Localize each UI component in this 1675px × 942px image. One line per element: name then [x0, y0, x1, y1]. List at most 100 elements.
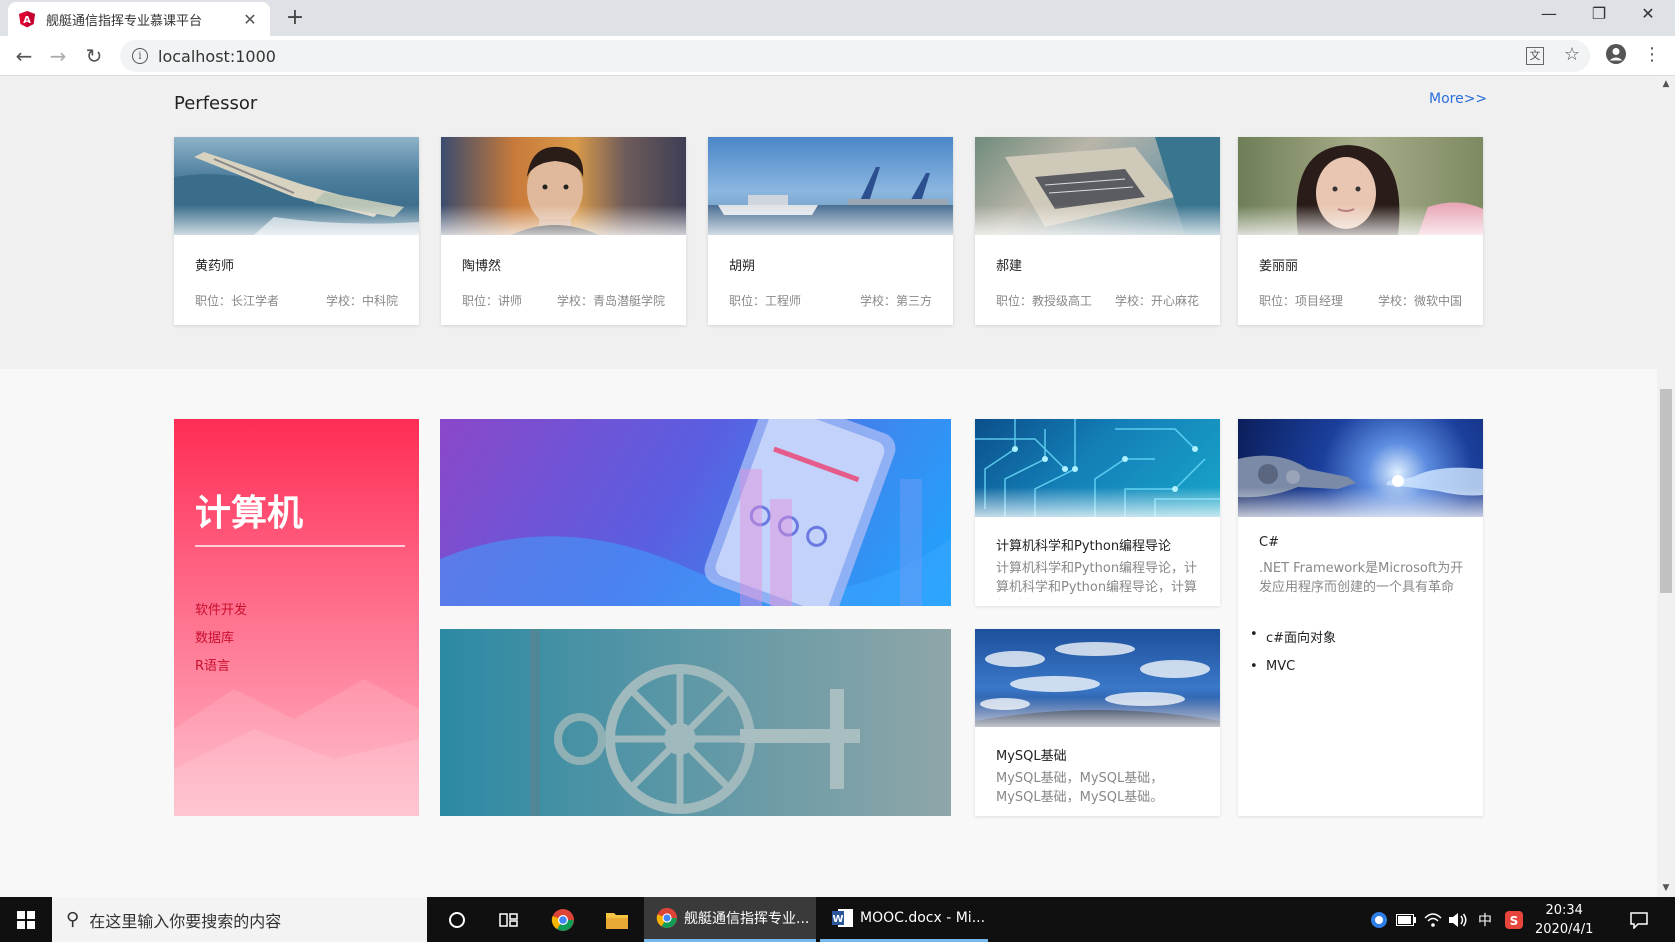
page-content: Perfessor More>> 黄药师 职位：长江学者 学校：中科院 陶博然 … [0, 77, 1657, 897]
back-arrow-icon[interactable]: ← [12, 44, 36, 68]
tab-close-icon[interactable]: ✕ [240, 10, 260, 29]
professor-position: 职位：讲师 [462, 294, 523, 308]
new-tab-button[interactable]: + [283, 5, 307, 30]
search-icon: ⚲ [66, 909, 80, 930]
course-description: MySQL基础，MySQL基础，MySQL基础，MySQL基础。 [996, 771, 1164, 805]
professor-section: Perfessor More>> 黄药师 职位：长江学者 学校：中科院 陶博然 … [0, 77, 1657, 369]
professor-position: 职位：长江学者 [195, 294, 280, 308]
image-fade [975, 697, 1220, 737]
address-bar[interactable]: i localhost:1000 [120, 40, 1590, 72]
category-divider [195, 545, 405, 547]
bookmark-star-icon[interactable]: ☆ [1560, 44, 1584, 65]
professor-card[interactable]: 黄药师 职位：长江学者 学校：中科院 [174, 137, 419, 325]
scroll-thumb[interactable] [1660, 389, 1672, 593]
professor-school: 学校：青岛潜艇学院 [556, 294, 665, 308]
ime-indicator[interactable]: 中 [1478, 897, 1492, 942]
sogou-icon[interactable]: S [1505, 897, 1523, 942]
category-title: 计算机 [195, 493, 304, 534]
task-view-icon[interactable] [494, 897, 524, 942]
translate-icon[interactable]: 文 [1526, 47, 1544, 65]
course-description: 计算机科学和Python编程导论，计算机科学和Python编程导论，计算机科学和… [996, 561, 1198, 595]
browser-tab[interactable]: A 舰艇通信指挥专业慕课平台 ✕ [8, 2, 270, 36]
course-card[interactable]: 计算机科学和Python编程导论 计算机科学和Python编程导论，计算机科学和… [975, 419, 1220, 606]
windows-start-button[interactable] [0, 897, 52, 942]
course-title: C# [1259, 535, 1279, 550]
angular-icon: A [19, 11, 35, 28]
category-link[interactable]: 数据库 [195, 627, 234, 646]
minimize-button[interactable]: — [1526, 4, 1572, 23]
image-fade [441, 205, 686, 245]
course-title: 计算机科学和Python编程导论 [996, 539, 1172, 554]
forward-arrow-icon[interactable]: → [46, 44, 70, 68]
course-topic[interactable]: MVC [1250, 659, 1295, 674]
professor-card[interactable]: 陶博然 职位：讲师 学校：青岛潜艇学院 [441, 137, 686, 325]
info-icon[interactable]: i [132, 48, 148, 64]
image-fade [174, 205, 419, 245]
chrome-icon [656, 907, 678, 929]
image-fade [1238, 205, 1483, 245]
taskbar-word-label: MOOC.docx - Mi... [860, 910, 986, 926]
professor-school: 学校：开心麻花 [1114, 294, 1199, 308]
page-scrollbar[interactable]: ▲ ▼ [1657, 77, 1675, 897]
more-link[interactable]: More>> [1429, 91, 1487, 107]
professor-card[interactable]: 郝建 职位：教授级高工 学校：开心麻花 [975, 137, 1220, 325]
course-card[interactable]: MySQL基础 MySQL基础，MySQL基础，MySQL基础，MySQL基础。 [975, 629, 1220, 816]
image-fade [708, 205, 953, 245]
professor-name: 姜丽丽 [1259, 259, 1299, 274]
menu-kebab-icon[interactable]: ⋮ [1640, 44, 1664, 65]
taskbar-chrome-window[interactable]: 舰艇通信指挥专业... [644, 897, 816, 942]
scroll-down-icon[interactable]: ▼ [1657, 883, 1675, 893]
taskbar-word-window[interactable]: W MOOC.docx - Mi... [820, 897, 988, 942]
clock-date: 2020/4/1 [1535, 922, 1594, 937]
tray-network-icon[interactable] [1370, 897, 1388, 942]
cortana-icon[interactable] [442, 897, 472, 942]
professor-name: 黄药师 [195, 259, 235, 274]
professor-position: 职位：项目经理 [1259, 294, 1344, 308]
tab-title: 舰艇通信指挥专业慕课平台 [46, 13, 203, 29]
image-fade [975, 487, 1220, 527]
url-text: localhost:1000 [158, 46, 276, 66]
search-placeholder: 在这里输入你要搜索的内容 [89, 911, 282, 931]
svg-text:W: W [832, 914, 843, 925]
category-link[interactable]: R语言 [195, 655, 230, 674]
professor-school: 学校：中科院 [325, 294, 398, 308]
professor-position: 职位：工程师 [729, 294, 802, 308]
file-explorer-icon[interactable] [602, 897, 632, 942]
professor-card[interactable]: 姜丽丽 职位：项目经理 学校：微软中国 [1238, 137, 1483, 325]
maximize-button[interactable]: ❐ [1576, 4, 1622, 23]
windows-logo-icon [17, 910, 35, 929]
volume-icon[interactable] [1448, 897, 1468, 942]
system-clock[interactable]: 20:34 2020/4/1 [1535, 901, 1593, 939]
profile-icon[interactable] [1604, 43, 1628, 70]
battery-icon[interactable] [1396, 897, 1416, 942]
notification-icon[interactable] [1630, 897, 1648, 942]
taskbar-chrome-label: 舰艇通信指挥专业... [684, 911, 810, 927]
category-link[interactable]: 软件开发 [195, 599, 247, 618]
course-banner[interactable] [440, 419, 951, 606]
course-title: MySQL基础 [996, 749, 1067, 764]
word-icon: W [832, 909, 853, 927]
close-window-button[interactable]: ✕ [1625, 4, 1671, 23]
professor-section-title: Perfessor [174, 93, 258, 114]
reload-icon[interactable]: ↻ [82, 44, 106, 68]
course-section: 计算机 软件开发 数据库 R语言 计算机科学和Python编程导论 计算机科学和… [0, 369, 1657, 897]
tab-strip: A 舰艇通信指挥专业慕课平台 ✕ + — ❐ ✕ [0, 0, 1675, 36]
course-banner[interactable] [440, 629, 951, 816]
category-card[interactable]: 计算机 软件开发 数据库 R语言 [174, 419, 419, 816]
scroll-up-icon[interactable]: ▲ [1657, 79, 1675, 89]
image-fade [975, 205, 1220, 245]
professor-school: 学校：微软中国 [1377, 294, 1462, 308]
svg-text:A: A [23, 15, 31, 26]
professor-card[interactable]: 胡朔 职位：工程师 学校：第三方 [708, 137, 953, 325]
chrome-icon[interactable] [548, 897, 578, 942]
taskbar-search-box[interactable]: ⚲ 在这里输入你要搜索的内容 [52, 897, 427, 942]
course-description: .NET Framework是Microsoft为开发应用程序而创建的一个具有革… [1259, 561, 1464, 595]
professor-name: 陶博然 [462, 259, 502, 274]
professor-position: 职位：教授级高工 [996, 294, 1093, 308]
os-taskbar: ⚲ 在这里输入你要搜索的内容 舰艇通信指挥专业... W MOOC.docx -… [0, 897, 1675, 942]
image-fade [1238, 487, 1483, 527]
course-card[interactable]: C# .NET Framework是Microsoft为开发应用程序而创建的一个… [1238, 419, 1483, 816]
browser-toolbar: ← → ↻ i localhost:1000 文 ☆ ⋮ [0, 36, 1675, 76]
wifi-icon[interactable] [1424, 897, 1442, 942]
course-topic[interactable]: c#面向对象 [1250, 627, 1336, 646]
